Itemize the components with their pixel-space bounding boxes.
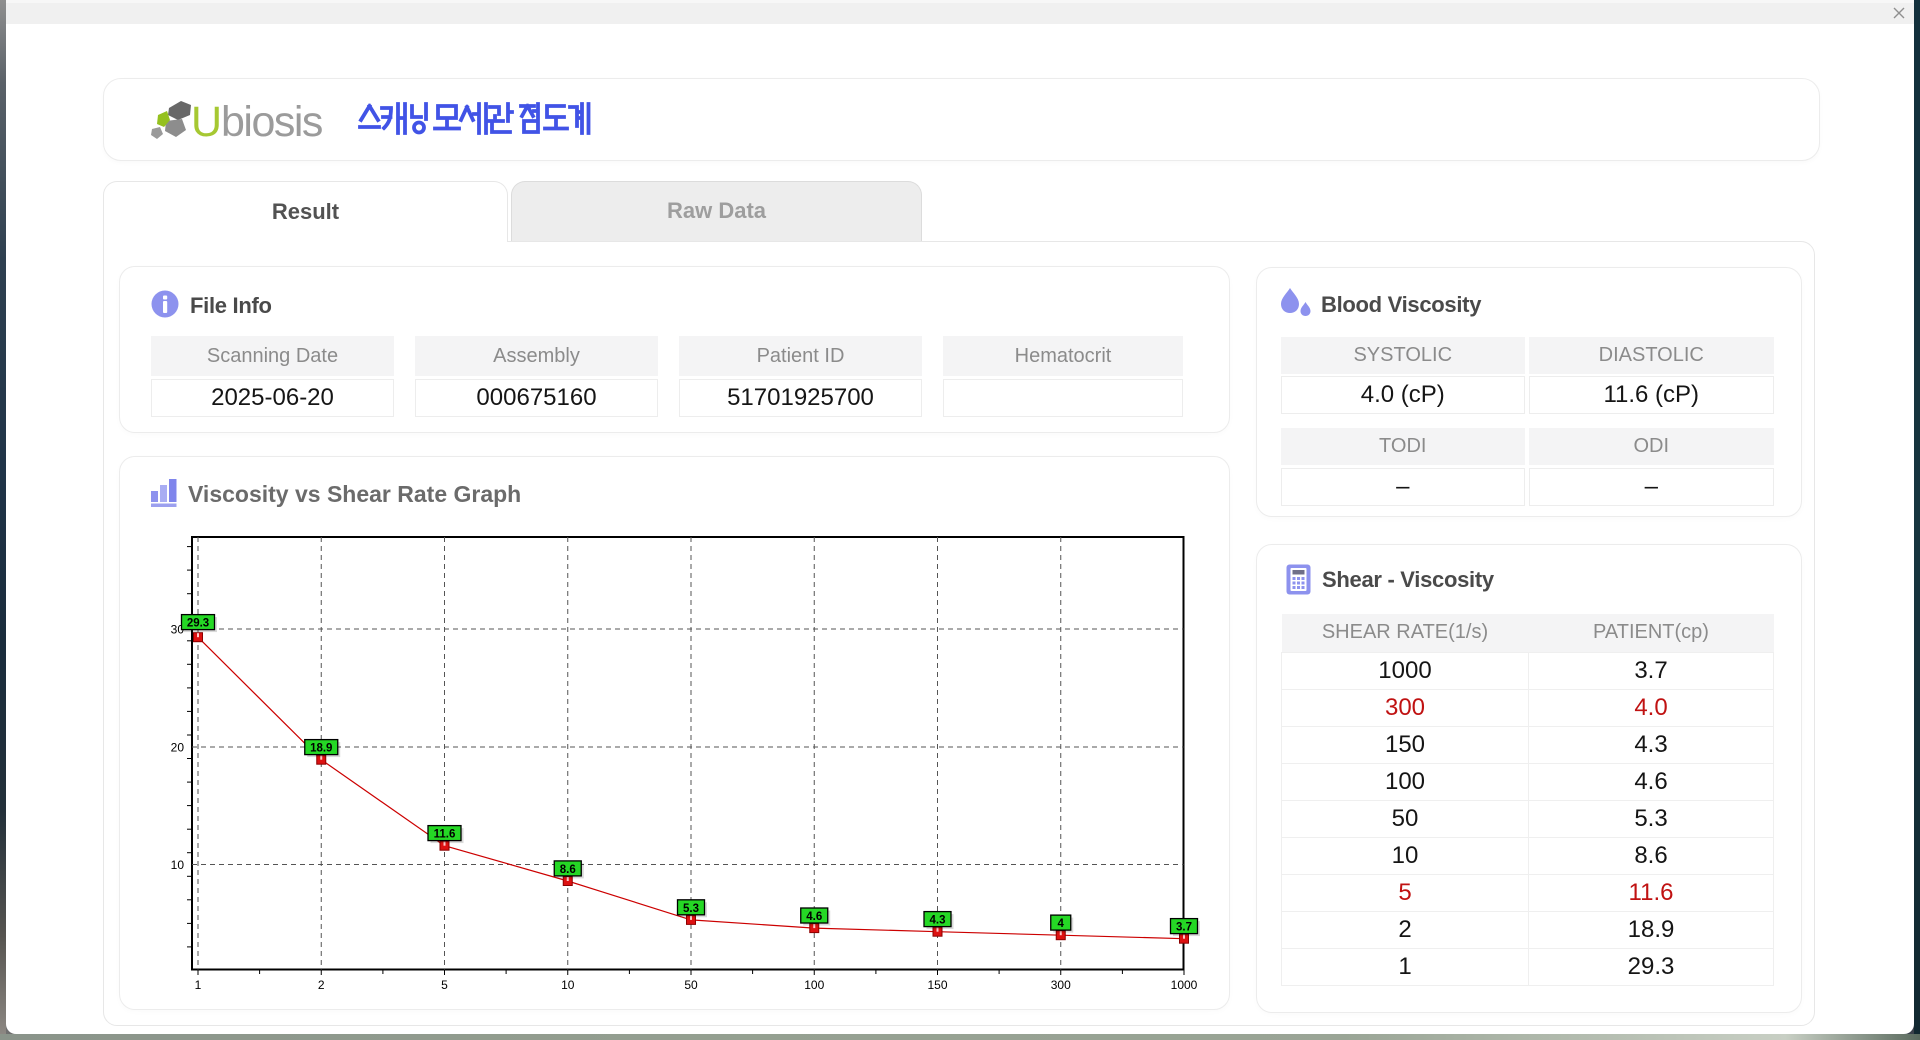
svg-text:5.3: 5.3 (683, 903, 699, 915)
svg-text:8.6: 8.6 (560, 864, 576, 876)
svg-text:150: 150 (927, 978, 947, 992)
svg-text:1000: 1000 (1171, 978, 1198, 992)
svg-text:50: 50 (684, 978, 698, 992)
svg-text:4.3: 4.3 (930, 915, 946, 927)
svg-text:10: 10 (561, 978, 575, 992)
svg-text:100: 100 (804, 978, 824, 992)
svg-text:1: 1 (195, 978, 202, 992)
svg-text:biosis: biosis (221, 98, 322, 146)
svg-text:4: 4 (1058, 918, 1065, 930)
svg-text:10: 10 (171, 858, 185, 872)
svg-text:11.6: 11.6 (434, 829, 456, 841)
svg-text:4.6: 4.6 (806, 911, 822, 923)
svg-text:20: 20 (171, 741, 185, 755)
svg-text:3.7: 3.7 (1176, 922, 1192, 934)
svg-text:29.3: 29.3 (187, 618, 209, 630)
svg-text:U: U (191, 98, 221, 146)
svg-text:300: 300 (1051, 978, 1071, 992)
svg-text:5: 5 (441, 978, 448, 992)
svg-text:2: 2 (318, 978, 325, 992)
svg-text:18.9: 18.9 (310, 743, 332, 755)
